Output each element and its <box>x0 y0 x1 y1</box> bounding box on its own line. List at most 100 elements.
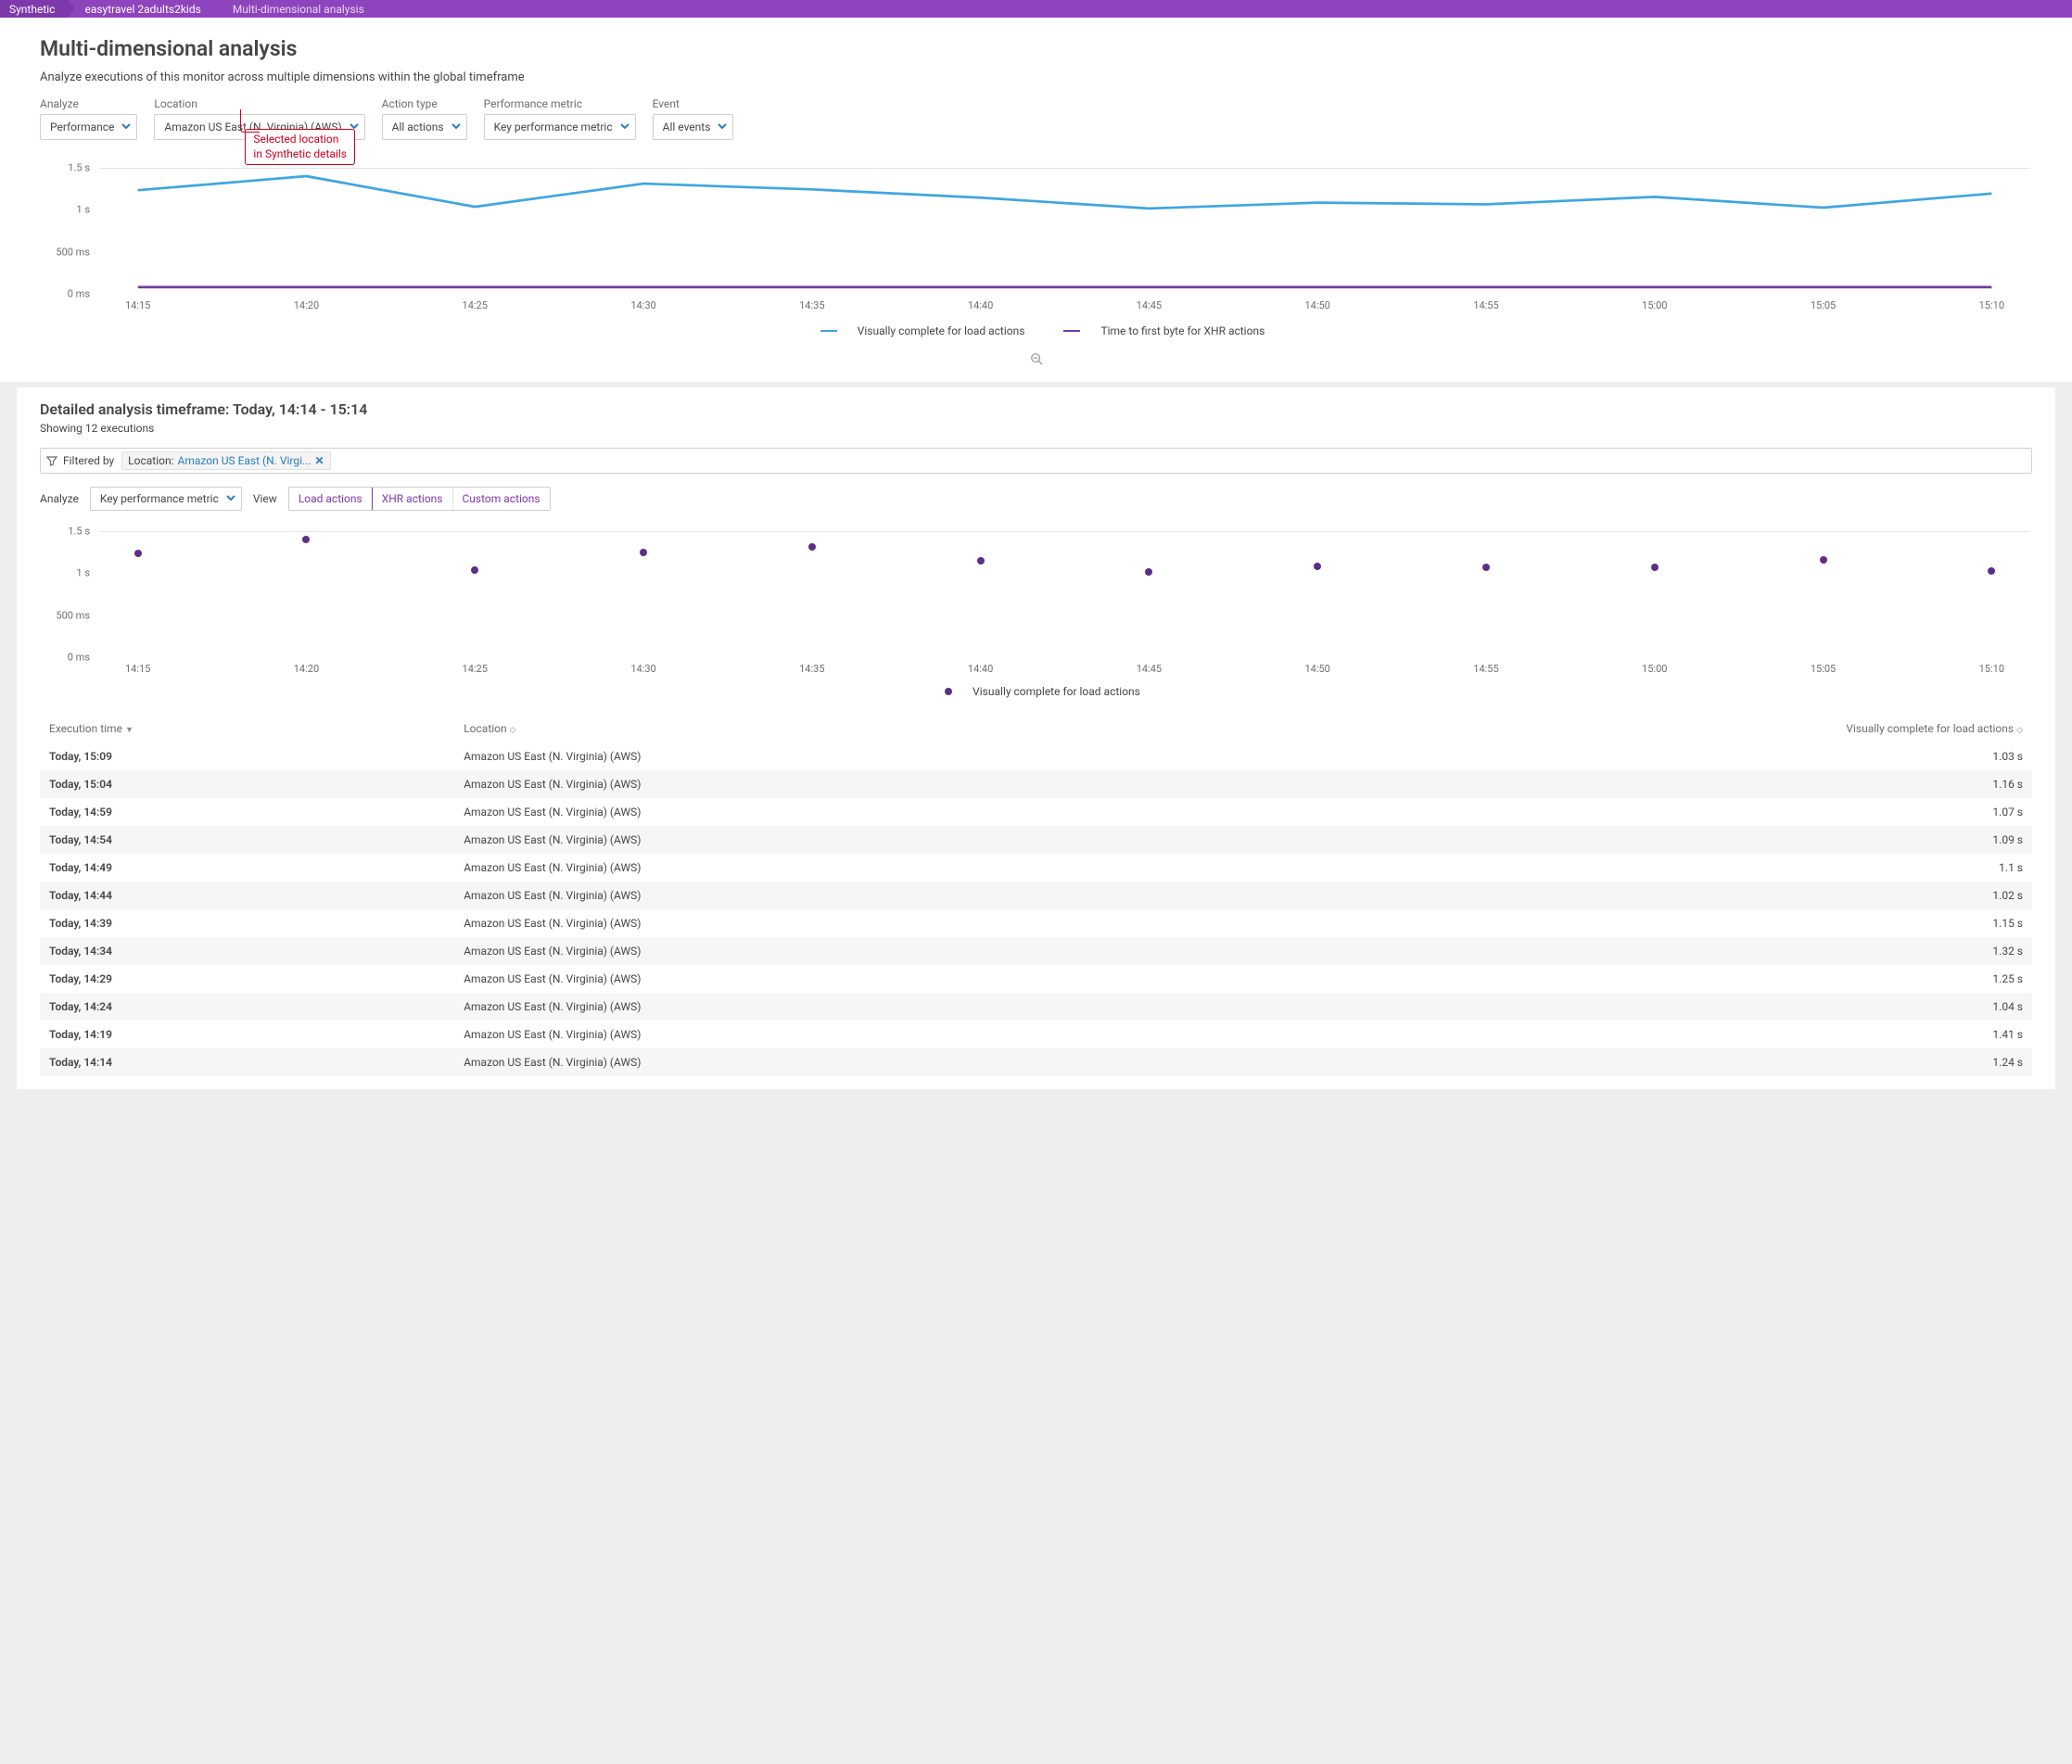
filter-analyze-label: Analyze <box>40 97 137 110</box>
crumb-monitor[interactable]: easytravel 2adults2kids <box>68 0 213 18</box>
scatter-point[interactable] <box>1820 556 1827 564</box>
execution-scatter-chart: 0 ms500 ms1 s1.5 s 14:1514:2014:2514:301… <box>40 531 2032 679</box>
scatter-point[interactable] <box>471 566 478 574</box>
executions-table: Execution time▼ Location◇ Visually compl… <box>40 715 2032 1076</box>
view-tab-custom-actions[interactable]: Custom actions <box>452 488 550 510</box>
scatter-point[interactable] <box>1145 568 1152 576</box>
y-tick: 0 ms <box>68 652 90 664</box>
x-tick: 14:25 <box>463 663 488 675</box>
scatter-chart-legend: Visually complete for load actions <box>40 685 2032 698</box>
y-tick: 0 ms <box>68 288 90 300</box>
view-tab-xhr-actions[interactable]: XHR actions <box>372 488 452 510</box>
filter-event-dropdown[interactable]: All events <box>653 114 734 140</box>
detailed-heading: Detailed analysis timeframe: Today, 14:1… <box>40 400 2032 418</box>
table-row[interactable]: Today, 14:19Amazon US East (N. Virginia)… <box>40 1021 2032 1048</box>
table-row[interactable]: Today, 14:29Amazon US East (N. Virginia)… <box>40 965 2032 993</box>
detailed-analyze-dropdown[interactable]: Key performance metric <box>90 487 242 511</box>
x-tick: 14:30 <box>630 299 655 311</box>
detailed-analyze-value: Key performance metric <box>100 492 219 505</box>
x-tick: 14:15 <box>125 299 150 311</box>
legend-item[interactable]: Visually complete for load actions <box>807 324 1025 337</box>
detailed-analyze-label: Analyze <box>40 492 79 505</box>
table-row[interactable]: Today, 14:44Amazon US East (N. Virginia)… <box>40 882 2032 909</box>
x-tick: 14:25 <box>463 299 488 311</box>
x-tick: 15:05 <box>1811 299 1836 311</box>
view-tab-load-actions[interactable]: Load actions <box>288 487 373 511</box>
scatter-point[interactable] <box>1651 564 1659 571</box>
col-execution-time[interactable]: Execution time▼ <box>40 715 454 742</box>
table-row[interactable]: Today, 15:09Amazon US East (N. Virginia)… <box>40 742 2032 770</box>
scatter-point[interactable] <box>302 536 310 543</box>
chevron-down-icon <box>226 492 235 505</box>
page-subtitle: Analyze executions of this monitor acros… <box>40 70 2032 84</box>
line-chart-legend: Visually complete for load actions Time t… <box>40 322 2032 337</box>
legend-item[interactable]: Time to first byte for XHR actions <box>1050 324 1265 337</box>
detailed-view-label: View <box>253 492 277 505</box>
filter-event-value: All events <box>663 121 711 133</box>
filtered-by-label: Filtered by <box>63 454 121 467</box>
x-tick: 15:00 <box>1642 663 1667 675</box>
scatter-point[interactable] <box>1988 567 1995 575</box>
x-tick: 14:30 <box>630 663 655 675</box>
crumb-current: Multi-dimensional analysis <box>214 0 377 18</box>
table-row[interactable]: Today, 14:24Amazon US East (N. Virginia)… <box>40 993 2032 1021</box>
crumb-synthetic[interactable]: Synthetic <box>0 0 68 18</box>
x-tick: 14:55 <box>1473 299 1498 311</box>
table-row[interactable]: Today, 15:04Amazon US East (N. Virginia)… <box>40 770 2032 798</box>
y-tick: 500 ms <box>56 609 90 621</box>
location-callout: Selected location in Synthetic details <box>245 129 355 165</box>
filter-action-label: Action type <box>382 97 467 110</box>
x-tick: 15:10 <box>1979 299 2004 311</box>
y-tick: 1 s <box>76 204 90 216</box>
filter-action-value: All actions <box>392 121 444 133</box>
page-title: Multi-dimensional analysis <box>40 36 2032 61</box>
legend-item[interactable]: Visually complete for load actions <box>932 685 1140 698</box>
filter-metric-dropdown[interactable]: Key performance metric <box>484 114 636 140</box>
filter-bar[interactable]: Filtered by Location: Amazon US East (N.… <box>40 448 2032 474</box>
filter-analyze-dropdown[interactable]: Performance <box>40 114 137 140</box>
detailed-showing: Showing 12 executions <box>40 422 2032 435</box>
x-tick: 15:00 <box>1642 299 1667 311</box>
callout-line1: Selected location <box>253 133 347 147</box>
table-row[interactable]: Today, 14:54Amazon US East (N. Virginia)… <box>40 826 2032 854</box>
scatter-point[interactable] <box>977 557 985 565</box>
scatter-point[interactable] <box>1482 564 1490 571</box>
x-tick: 14:50 <box>1304 663 1329 675</box>
x-tick: 14:55 <box>1473 663 1498 675</box>
table-row[interactable]: Today, 14:34Amazon US East (N. Virginia)… <box>40 937 2032 965</box>
col-metric[interactable]: Visually complete for load actions◇ <box>1244 715 2032 742</box>
table-row[interactable]: Today, 14:49Amazon US East (N. Virginia)… <box>40 854 2032 882</box>
chevron-down-icon <box>121 121 131 133</box>
table-row[interactable]: Today, 14:59Amazon US East (N. Virginia)… <box>40 798 2032 826</box>
filter-metric-label: Performance metric <box>484 97 636 110</box>
x-tick: 14:35 <box>799 663 824 675</box>
scatter-point[interactable] <box>808 543 816 551</box>
filter-action-dropdown[interactable]: All actions <box>382 114 467 140</box>
x-tick: 14:45 <box>1137 663 1162 675</box>
x-tick: 15:05 <box>1811 663 1836 675</box>
scatter-point[interactable] <box>134 550 142 557</box>
table-row[interactable]: Today, 14:14Amazon US East (N. Virginia)… <box>40 1048 2032 1076</box>
y-tick: 1.5 s <box>68 526 90 538</box>
x-tick: 14:50 <box>1304 299 1329 311</box>
filter-metric-value: Key performance metric <box>494 121 613 133</box>
x-tick: 14:20 <box>294 663 319 675</box>
view-segment: Load actionsXHR actionsCustom actions <box>288 487 551 511</box>
filter-analyze-value: Performance <box>50 121 114 133</box>
x-tick: 14:15 <box>125 663 150 675</box>
col-location[interactable]: Location◇ <box>454 715 1244 742</box>
chip-key: Location: <box>128 454 173 467</box>
chevron-down-icon <box>620 121 629 133</box>
table-row[interactable]: Today, 14:39Amazon US East (N. Virginia)… <box>40 909 2032 937</box>
chip-value: Amazon US East (N. Virgi... <box>178 454 311 467</box>
scatter-point[interactable] <box>640 549 647 556</box>
zoom-out-button[interactable] <box>40 347 2032 378</box>
chevron-down-icon <box>451 121 461 133</box>
scatter-point[interactable] <box>1314 563 1321 570</box>
y-tick: 1 s <box>76 567 90 579</box>
breadcrumb: Synthetic easytravel 2adults2kids Multi-… <box>0 0 2072 18</box>
callout-line2: in Synthetic details <box>253 147 347 162</box>
x-tick: 14:35 <box>799 299 824 311</box>
chip-remove-button[interactable]: ✕ <box>311 454 328 467</box>
x-tick: 14:40 <box>968 663 993 675</box>
